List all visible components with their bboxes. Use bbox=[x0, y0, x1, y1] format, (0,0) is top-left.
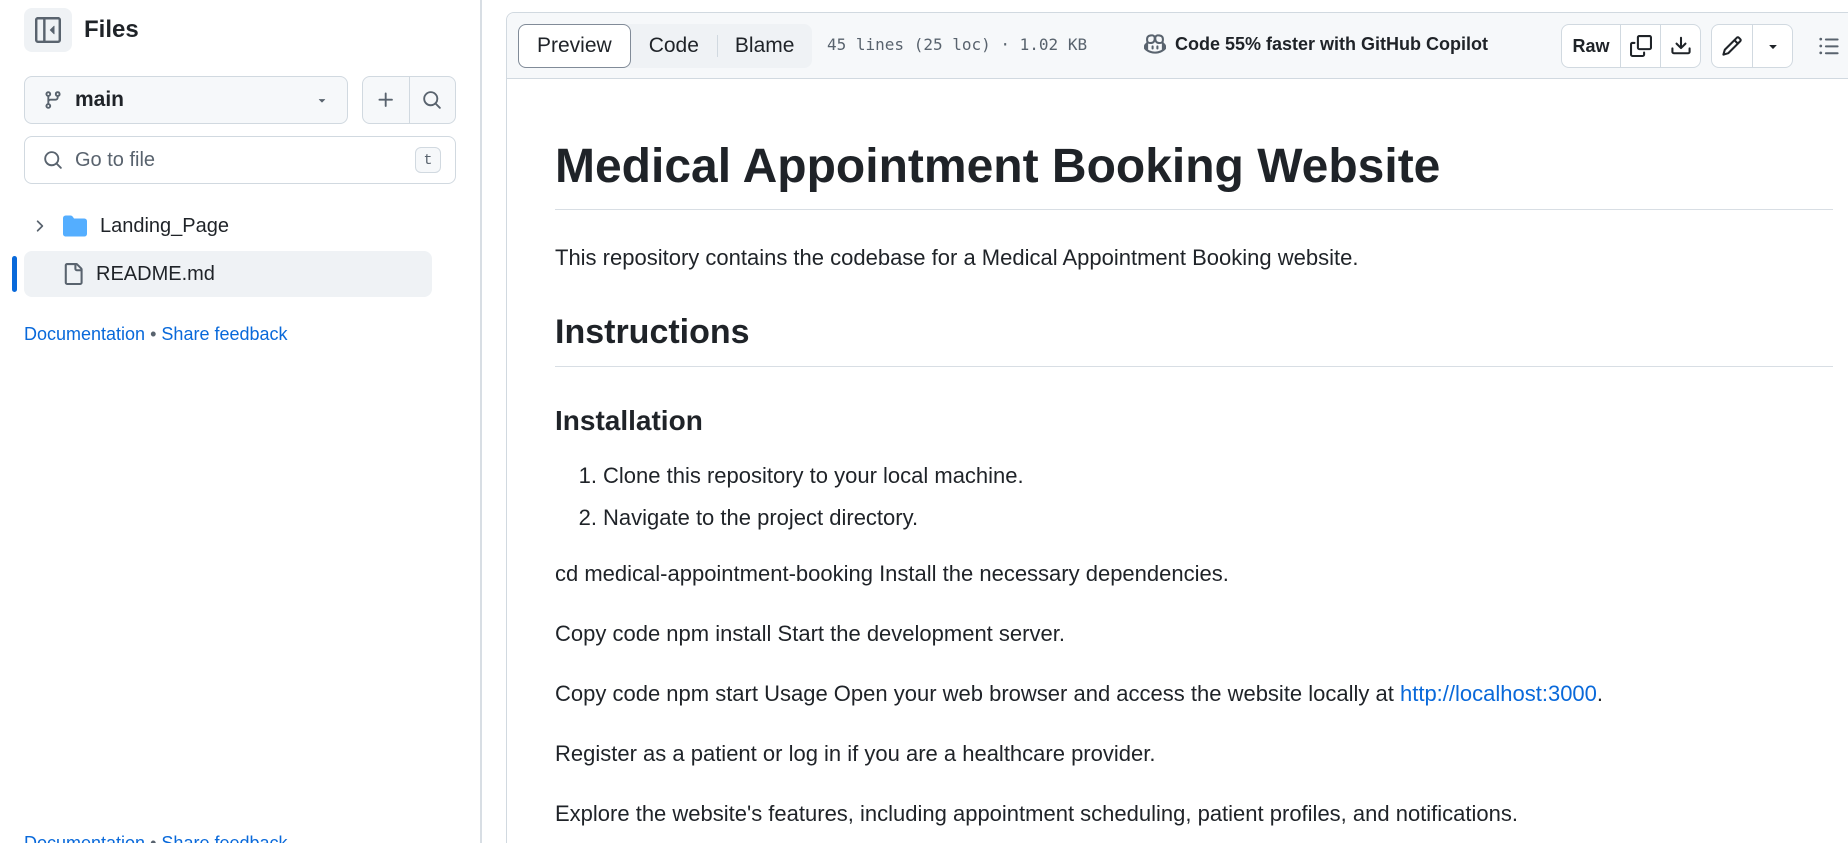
paragraph-register: Register as a patient or log in if you a… bbox=[555, 741, 1156, 766]
file-info: 45 lines (25 loc) · 1.02 KB bbox=[827, 35, 1088, 54]
git-branch-icon bbox=[45, 91, 61, 109]
download-button[interactable] bbox=[1660, 25, 1700, 67]
copilot-icon bbox=[1144, 34, 1166, 54]
tab-code[interactable]: Code bbox=[631, 24, 717, 68]
tab-preview[interactable]: Preview bbox=[518, 24, 631, 68]
share-feedback-link[interactable]: Share feedback bbox=[161, 833, 287, 843]
tree-item-label: Landing_Page bbox=[100, 214, 230, 237]
edit-actions bbox=[1711, 24, 1793, 68]
copy-raw-button[interactable] bbox=[1620, 25, 1660, 67]
copilot-promo-text: Code 55% faster with GitHub Copilot bbox=[1175, 33, 1489, 54]
tree-actions bbox=[362, 76, 456, 124]
search-code-button[interactable] bbox=[408, 77, 456, 123]
paragraph-npm-start: Copy code npm start Usage Open your web … bbox=[555, 681, 1604, 706]
go-to-file-field[interactable]: t bbox=[24, 136, 456, 184]
footer-separator: • bbox=[150, 833, 157, 843]
file-tree-sidebar: Files main t Landing_Page README.md Docu… bbox=[0, 0, 480, 843]
files-header: Files bbox=[24, 8, 139, 52]
keyboard-shortcut-hint: t bbox=[415, 147, 441, 173]
branch-selector[interactable]: main bbox=[24, 76, 348, 124]
readme-title: Medical Appointment Booking Website bbox=[555, 75, 1833, 210]
outline-button[interactable] bbox=[1809, 24, 1848, 68]
triangle-down-icon bbox=[1768, 45, 1777, 49]
paragraph-npm-install: Copy code npm install Start the developm… bbox=[555, 621, 1065, 646]
view-mode-tabs: Preview Code Blame bbox=[518, 24, 813, 68]
intro-paragraph: This repository contains the codebase fo… bbox=[555, 245, 1359, 270]
folder-icon bbox=[63, 215, 87, 237]
file-actions: Raw bbox=[1561, 24, 1701, 68]
pencil-icon bbox=[1722, 36, 1742, 56]
list-item: 2. Navigate to the project directory. bbox=[578, 505, 919, 530]
paragraph-cd: cd medical-appointment-booking Install t… bbox=[555, 561, 1229, 586]
sidebar-collapse-icon bbox=[35, 17, 61, 43]
documentation-link[interactable]: Documentation bbox=[24, 324, 145, 344]
list-item: 1. Clone this repository to your local ma… bbox=[578, 463, 1024, 488]
active-item-indicator bbox=[12, 256, 17, 292]
files-title: Files bbox=[84, 16, 139, 43]
footer-separator: • bbox=[150, 324, 157, 344]
file-icon bbox=[64, 263, 83, 285]
copy-icon bbox=[1629, 35, 1652, 57]
add-file-button[interactable] bbox=[363, 77, 409, 123]
sidebar-footer-sticky: Documentation • Share feedback bbox=[24, 833, 288, 843]
edit-file-button[interactable] bbox=[1712, 25, 1752, 67]
chevron-right-icon[interactable] bbox=[30, 217, 48, 235]
install-steps: 1. Clone this repository to your local ma… bbox=[555, 463, 1024, 547]
tree-item-file[interactable]: README.md bbox=[24, 251, 432, 297]
heading-instructions: Instructions bbox=[555, 313, 1833, 367]
heading-installation: Installation bbox=[555, 405, 703, 436]
copilot-promo[interactable]: Code 55% faster with GitHub Copilot bbox=[1143, 33, 1488, 55]
raw-button[interactable]: Raw bbox=[1562, 25, 1620, 67]
sidebar-footer: Documentation • Share feedback bbox=[24, 324, 288, 345]
sidebar-resize-handle[interactable] bbox=[480, 0, 482, 843]
localhost-link[interactable]: http://localhost:3000 bbox=[1400, 681, 1597, 706]
search-icon bbox=[44, 151, 62, 169]
file-viewer: Preview Code Blame 45 lines (25 loc) · 1… bbox=[506, 12, 1848, 843]
plus-icon bbox=[378, 92, 393, 107]
download-icon bbox=[1670, 36, 1691, 55]
collapse-sidebar-button[interactable] bbox=[24, 8, 72, 52]
share-feedback-link[interactable]: Share feedback bbox=[161, 324, 287, 344]
list-unordered-icon bbox=[1819, 37, 1839, 55]
paragraph-explore: Explore the website's features, includin… bbox=[555, 801, 1519, 826]
documentation-link[interactable]: Documentation bbox=[24, 833, 145, 843]
search-icon bbox=[423, 91, 442, 109]
tree-item-label: README.md bbox=[96, 262, 215, 285]
more-edit-options-button[interactable] bbox=[1752, 25, 1792, 67]
caret-down-icon bbox=[318, 99, 326, 103]
branch-name: main bbox=[75, 88, 125, 111]
file-toolbar: Preview Code Blame 45 lines (25 loc) · 1… bbox=[507, 13, 1848, 79]
go-to-file-input[interactable] bbox=[75, 148, 415, 172]
tab-blame[interactable]: Blame bbox=[716, 24, 813, 68]
tree-item-folder[interactable]: Landing_Page bbox=[24, 203, 432, 249]
